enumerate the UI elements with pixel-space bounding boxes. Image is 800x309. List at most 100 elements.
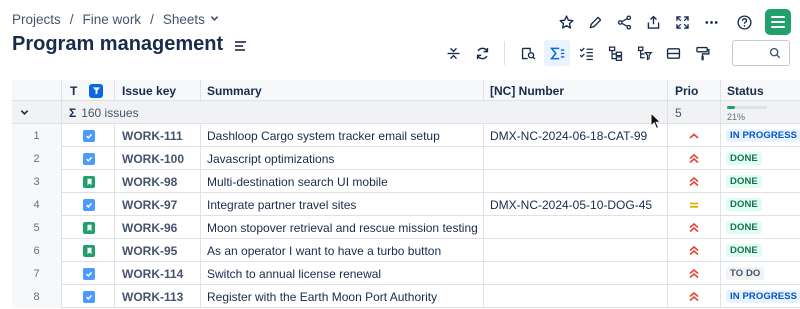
priority-cell[interactable] bbox=[668, 239, 721, 262]
issue-key-link[interactable]: WORK-111 bbox=[115, 124, 201, 147]
nc-number-cell[interactable] bbox=[484, 170, 668, 193]
table-row[interactable]: 2 WORK-100 Javascript optimizations DONE bbox=[12, 147, 800, 170]
issue-key-link[interactable]: WORK-98 bbox=[115, 170, 201, 193]
app-logo-icon[interactable] bbox=[765, 9, 791, 35]
breadcrumb-projects[interactable]: Projects bbox=[12, 12, 61, 27]
chevron-down-icon[interactable] bbox=[20, 108, 29, 117]
row-number[interactable]: 6 bbox=[12, 239, 62, 262]
type-cell[interactable] bbox=[62, 285, 115, 308]
summary-cell[interactable]: As an operator I want to have a turbo bu… bbox=[201, 239, 484, 262]
breadcrumb-fine-work[interactable]: Fine work bbox=[83, 12, 142, 27]
search-input[interactable] bbox=[737, 41, 769, 63]
table-row[interactable]: 1 WORK-111 Dashloop Cargo system tracker e… bbox=[12, 124, 800, 147]
row-number[interactable]: 8 bbox=[12, 285, 62, 308]
priority-cell[interactable] bbox=[668, 147, 721, 170]
status-cell[interactable]: IN PROGRESS bbox=[721, 124, 800, 147]
fullscreen-icon[interactable] bbox=[668, 10, 697, 34]
column-header-issue-key[interactable]: Issue key bbox=[115, 80, 201, 101]
status-cell[interactable]: DONE bbox=[721, 239, 800, 262]
hierarchy-icon[interactable] bbox=[602, 40, 628, 66]
checklist-icon[interactable] bbox=[573, 40, 599, 66]
summary-cell[interactable]: Switch to annual license renewal bbox=[201, 262, 484, 285]
status-cell[interactable]: DONE bbox=[721, 147, 800, 170]
priority-cell[interactable] bbox=[668, 216, 721, 239]
sum-icon[interactable] bbox=[544, 40, 570, 66]
summary-cell[interactable]: Register with the Earth Moon Port Author… bbox=[201, 285, 484, 308]
type-cell[interactable] bbox=[62, 193, 115, 216]
row-height-icon[interactable] bbox=[660, 40, 686, 66]
summary-cell[interactable]: Javascript optimizations bbox=[201, 147, 484, 170]
priority-cell[interactable] bbox=[668, 285, 721, 308]
table-row[interactable]: 5 WORK-96 Moon stopover retrieval and resc… bbox=[12, 216, 800, 239]
star-icon[interactable] bbox=[552, 10, 581, 34]
priority-cell[interactable] bbox=[668, 193, 721, 216]
type-cell[interactable] bbox=[62, 170, 115, 193]
priority-cell[interactable] bbox=[668, 262, 721, 285]
group-issue-count-label: 160 issues bbox=[81, 105, 139, 120]
export-icon[interactable] bbox=[639, 10, 668, 34]
issue-key-link[interactable]: WORK-113 bbox=[115, 285, 201, 308]
filter-icon[interactable] bbox=[89, 83, 104, 98]
issue-key-link[interactable]: WORK-96 bbox=[115, 216, 201, 239]
table-row[interactable]: 3 WORK-98 Multi-destination search UI mobi… bbox=[12, 170, 800, 193]
status-cell[interactable]: DONE bbox=[721, 170, 800, 193]
status-cell[interactable]: IN PROGRESS bbox=[721, 285, 800, 308]
issue-key-link[interactable]: WORK-95 bbox=[115, 239, 201, 262]
collapse-rows-icon[interactable] bbox=[440, 40, 466, 66]
row-number[interactable]: 7 bbox=[12, 262, 62, 285]
hierarchy-filter-icon[interactable] bbox=[631, 40, 657, 66]
nc-number-cell[interactable] bbox=[484, 147, 668, 170]
row-number[interactable]: 3 bbox=[12, 170, 62, 193]
type-cell[interactable] bbox=[62, 262, 115, 285]
summary-cell[interactable]: Integrate partner travel sites bbox=[201, 193, 484, 216]
table-row[interactable]: 7 WORK-114 Switch to annual license renewa… bbox=[12, 262, 800, 285]
status-cell[interactable]: DONE bbox=[721, 216, 800, 239]
edit-icon[interactable] bbox=[581, 10, 610, 34]
row-number[interactable]: 5 bbox=[12, 216, 62, 239]
row-number[interactable]: 4 bbox=[12, 193, 62, 216]
row-number[interactable]: 1 bbox=[12, 124, 62, 147]
refresh-icon[interactable] bbox=[469, 40, 495, 66]
nc-number-cell[interactable] bbox=[484, 285, 668, 308]
group-prio-sum: 5 bbox=[668, 101, 721, 124]
table-row[interactable]: 6 WORK-95 As an operator I want to have a … bbox=[12, 239, 800, 262]
top-actions bbox=[552, 9, 791, 35]
summary-cell[interactable]: Dashloop Cargo system tracker email setu… bbox=[201, 124, 484, 147]
table-row[interactable]: 4 WORK-97 Integrate partner travel sites DM… bbox=[12, 193, 800, 216]
column-header-type[interactable]: T bbox=[62, 80, 115, 101]
format-painter-icon[interactable] bbox=[689, 40, 715, 66]
priority-cell[interactable] bbox=[668, 124, 721, 147]
nc-number-cell[interactable]: DMX-NC-2024-05-10-DOG-45 bbox=[484, 193, 668, 216]
priority-cell[interactable] bbox=[668, 170, 721, 193]
chevron-down-icon[interactable] bbox=[210, 14, 219, 26]
search-field[interactable] bbox=[732, 40, 790, 66]
nc-number-cell[interactable] bbox=[484, 262, 668, 285]
type-cell[interactable] bbox=[62, 147, 115, 170]
title-menu-icon[interactable] bbox=[235, 40, 247, 51]
column-header-prio[interactable]: Prio bbox=[668, 80, 721, 101]
type-cell[interactable] bbox=[62, 216, 115, 239]
summary-cell[interactable]: Moon stopover retrieval and rescue missi… bbox=[201, 216, 484, 239]
column-header-nc-number[interactable]: [NC] Number bbox=[484, 80, 668, 101]
group-collapse-toggle[interactable] bbox=[12, 101, 62, 124]
table-row[interactable]: 8 WORK-113 Register with the Earth Moon Po… bbox=[12, 285, 800, 308]
issue-key-link[interactable]: WORK-97 bbox=[115, 193, 201, 216]
row-number[interactable]: 2 bbox=[12, 147, 62, 170]
share-icon[interactable] bbox=[610, 10, 639, 34]
type-cell[interactable] bbox=[62, 124, 115, 147]
issue-key-link[interactable]: WORK-100 bbox=[115, 147, 201, 170]
status-cell[interactable]: DONE bbox=[721, 193, 800, 216]
type-cell[interactable] bbox=[62, 239, 115, 262]
summary-cell[interactable]: Multi-destination search UI mobile bbox=[201, 170, 484, 193]
issue-search-icon[interactable] bbox=[515, 40, 541, 66]
column-header-status[interactable]: Status bbox=[721, 80, 800, 101]
status-cell[interactable]: TO DO bbox=[721, 262, 800, 285]
more-icon[interactable] bbox=[697, 10, 726, 34]
nc-number-cell[interactable]: DMX-NC-2024-06-18-CAT-99 bbox=[484, 124, 668, 147]
breadcrumb-sheets[interactable]: Sheets bbox=[163, 12, 205, 27]
help-icon[interactable] bbox=[730, 10, 759, 34]
nc-number-cell[interactable] bbox=[484, 239, 668, 262]
column-header-summary[interactable]: Summary bbox=[201, 80, 484, 101]
nc-number-cell[interactable] bbox=[484, 216, 668, 239]
issue-key-link[interactable]: WORK-114 bbox=[115, 262, 201, 285]
